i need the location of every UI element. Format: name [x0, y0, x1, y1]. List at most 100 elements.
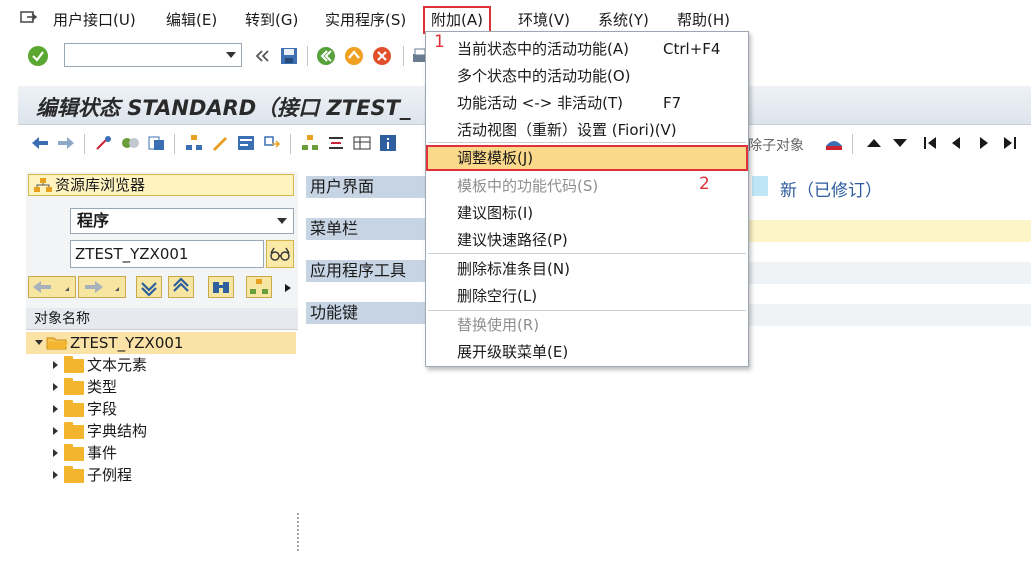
double-chevron-left-icon[interactable]: [252, 46, 272, 66]
tree-node-label: 文本元素: [87, 356, 148, 374]
expand-arrow-icon[interactable]: [53, 361, 58, 369]
arrow-down-icon[interactable]: [890, 134, 910, 152]
menu-help[interactable]: 帮助(H): [677, 9, 730, 31]
object-tree: 对象名称 ZTEST_YZX001 文本元素 类型 字段 字典结构 事件 子例程: [26, 308, 298, 582]
arrow-up-icon[interactable]: [864, 134, 884, 152]
next-object-button[interactable]: [78, 276, 126, 298]
section-app-toolbar[interactable]: 应用程序工具: [306, 260, 430, 282]
menu-environment[interactable]: 环境(V): [518, 9, 570, 31]
dropdown-item[interactable]: 调整模板(J): [426, 145, 748, 171]
arrow-right-icon[interactable]: [56, 134, 76, 152]
transport-icon[interactable]: [824, 134, 844, 152]
hierarchy-icon: [34, 178, 52, 192]
system-menu-icon[interactable]: [18, 9, 38, 29]
dropdown-item-label: 调整模板(J): [457, 149, 534, 167]
object-name-input[interactable]: ZTEST_YZX001: [70, 240, 264, 268]
last-page-icon[interactable]: [1000, 134, 1020, 152]
arrow-left-icon[interactable]: [30, 134, 50, 152]
tree-root-node[interactable]: ZTEST_YZX001: [26, 332, 296, 354]
expand-arrow-icon[interactable]: [35, 340, 43, 345]
expand-arrow-icon[interactable]: [53, 427, 58, 435]
expand-arrow-icon[interactable]: [53, 405, 58, 413]
app-toolbar-row[interactable]: [748, 262, 1031, 284]
previous-page-icon[interactable]: [946, 134, 966, 152]
tree-node[interactable]: 类型: [26, 376, 296, 398]
toolbar-divider: [84, 134, 85, 154]
section-menu-bar[interactable]: 菜单栏: [306, 218, 430, 240]
align-icon[interactable]: [326, 134, 346, 152]
object-list-icon[interactable]: [300, 134, 320, 152]
toolbar-divider: [852, 134, 853, 154]
info-icon[interactable]: [378, 134, 398, 152]
section-user-interface[interactable]: 用户界面: [306, 176, 430, 198]
arrow-left-icon: [33, 281, 69, 293]
folder-icon: [64, 378, 84, 395]
binoculars-icon: [213, 282, 229, 293]
expand-arrow-icon[interactable]: [53, 449, 58, 457]
menu-divider: [428, 310, 746, 311]
display-glasses-button[interactable]: [266, 240, 294, 268]
find-button[interactable]: [208, 276, 234, 298]
menu-edit[interactable]: 编辑(E): [166, 9, 217, 31]
pattern-icon[interactable]: [262, 134, 282, 152]
layout-icon[interactable]: [236, 134, 256, 152]
menu-extras[interactable]: 附加(A): [423, 6, 491, 34]
expand-all-button[interactable]: [136, 276, 162, 298]
pencil-icon[interactable]: [210, 134, 230, 152]
navigator-toolbar: [28, 276, 294, 300]
toolbar-divider: [290, 134, 291, 154]
grid-icon[interactable]: [352, 134, 372, 152]
expand-arrow-icon[interactable]: [53, 383, 58, 391]
command-field[interactable]: [64, 43, 242, 67]
menu-user-interface[interactable]: 用户接口(U): [53, 9, 136, 31]
enter-check-icon[interactable]: [28, 46, 48, 66]
cancel-icon[interactable]: [372, 46, 392, 66]
tree-node[interactable]: 子例程: [26, 464, 296, 486]
back-icon[interactable]: [316, 46, 336, 66]
dropdown-item[interactable]: 当前状态中的活动功能(A) Ctrl+F4: [426, 36, 748, 62]
function-keys-row[interactable]: [748, 304, 1031, 326]
object-type-select[interactable]: 程序: [70, 208, 294, 234]
dropdown-item[interactable]: 展开级联菜单(E): [426, 339, 748, 365]
dropdown-item[interactable]: 建议快速路径(P): [426, 227, 748, 253]
menu-goto[interactable]: 转到(G): [245, 9, 298, 31]
delete-subobject-label[interactable]: 除子对象: [748, 135, 804, 155]
hierarchy-icon: [250, 279, 268, 294]
extras-dropdown-menu: 当前状态中的活动功能(A) Ctrl+F4 多个状态中的活动功能(O) 功能活动 <-…: [425, 31, 749, 367]
expand-arrow-icon[interactable]: [53, 471, 58, 479]
dropdown-item[interactable]: 建议图标(I): [426, 200, 748, 226]
dropdown-item-label: 删除标准条目(N): [457, 260, 570, 278]
menu-system[interactable]: 系统(Y): [598, 9, 649, 31]
chevron-down-icon[interactable]: [226, 52, 236, 58]
more-arrow-icon[interactable]: [284, 283, 292, 293]
dropdown-item[interactable]: 替换使用(R): [426, 312, 748, 338]
collapse-icon: [173, 277, 189, 292]
repository-browser-button[interactable]: 资源库浏览器: [28, 174, 294, 196]
tree-node[interactable]: 事件: [26, 442, 296, 464]
exit-icon[interactable]: [344, 46, 364, 66]
chevron-down-icon[interactable]: [277, 218, 287, 224]
dropdown-item[interactable]: 多个状态中的活动功能(O): [426, 63, 748, 89]
tree-node[interactable]: 字段: [26, 398, 296, 420]
dropdown-item[interactable]: 功能活动 <-> 非活动(T) F7: [426, 90, 748, 116]
section-function-keys[interactable]: 功能键: [306, 302, 430, 324]
tree-node[interactable]: 字典结构: [26, 420, 296, 442]
first-page-icon[interactable]: [920, 134, 940, 152]
tree-node[interactable]: 文本元素: [26, 354, 296, 376]
other-object-icon[interactable]: [146, 134, 166, 152]
status-indicator: [752, 176, 768, 196]
hierarchy-up-button[interactable]: [246, 276, 272, 298]
dropdown-item[interactable]: 删除空行(L): [426, 283, 748, 309]
dropdown-item[interactable]: 删除标准条目(N): [426, 256, 748, 282]
previous-object-button[interactable]: [28, 276, 76, 298]
collapse-all-button[interactable]: [168, 276, 194, 298]
dropdown-item[interactable]: 活动视图（重新）设置 (Fiori)(V): [426, 117, 748, 143]
menu-bar-row[interactable]: [748, 220, 1031, 242]
menu-utilities[interactable]: 实用程序(S): [325, 9, 406, 31]
next-page-icon[interactable]: [974, 134, 994, 152]
hierarchy-icon[interactable]: [184, 134, 204, 152]
activate-icon[interactable]: [120, 134, 140, 152]
panel-splitter[interactable]: [296, 512, 300, 552]
display-change-icon[interactable]: [94, 134, 114, 152]
save-icon[interactable]: [279, 46, 299, 66]
